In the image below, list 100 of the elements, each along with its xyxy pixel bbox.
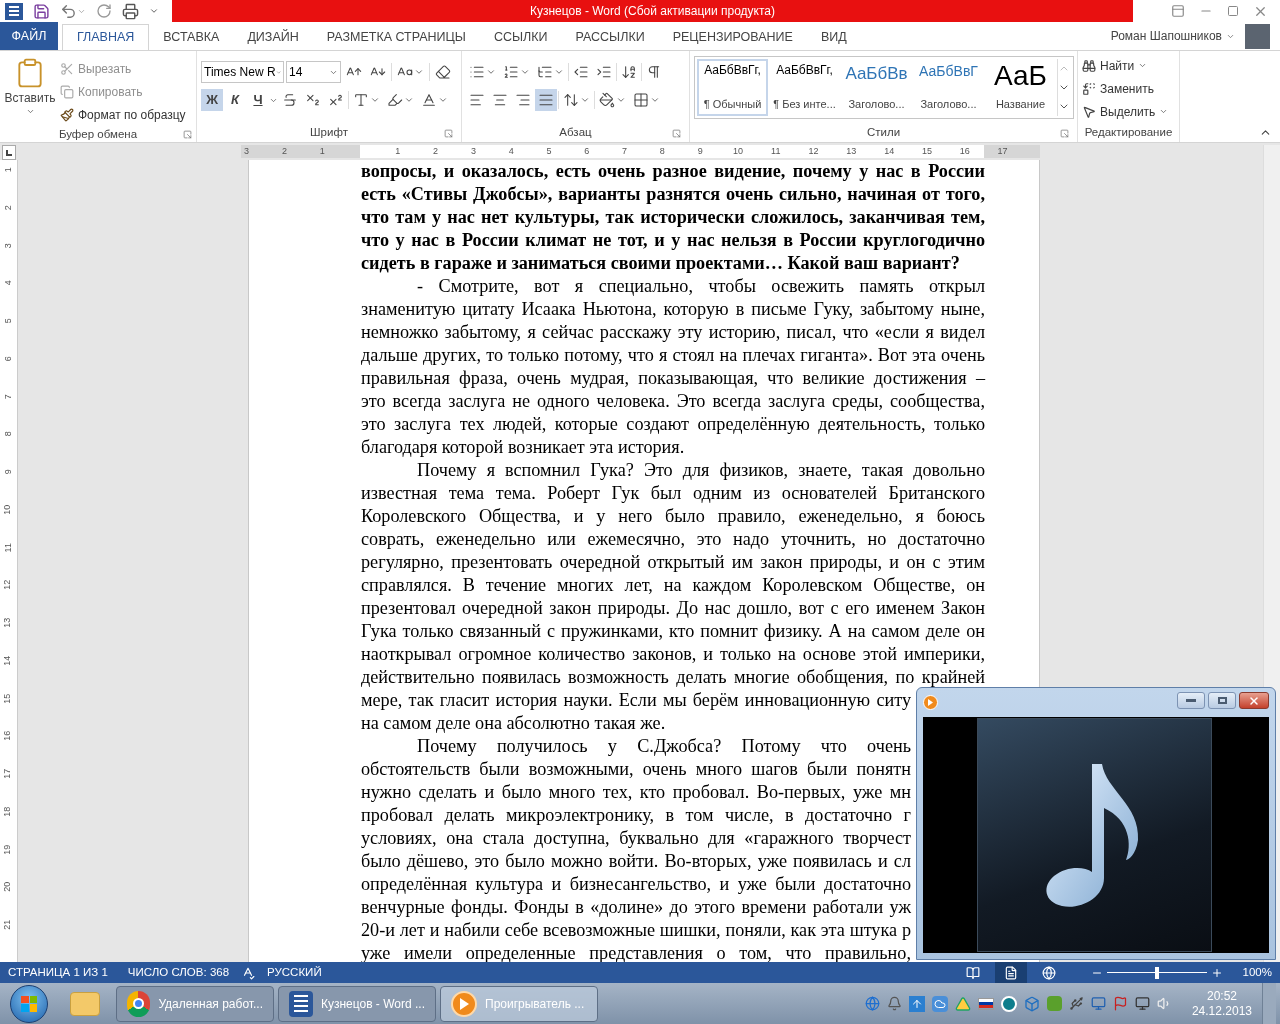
italic-button[interactable]: К [224,89,246,111]
style-item[interactable]: АаБбВвГг, ¶ Обычный [697,59,768,116]
ribbon-tab[interactable]: ГЛАВНАЯ [62,24,150,50]
network-icon[interactable] [1134,996,1150,1011]
underline-button[interactable]: Ч [247,89,269,111]
editing-button[interactable]: Найти [1082,54,1175,77]
restore-icon[interactable] [1227,5,1239,17]
caret-icon [616,95,626,105]
strikethrough-icon [282,92,298,108]
ribbon-tab[interactable]: ВИД [806,24,861,50]
ribbon-tab[interactable]: РАЗМЕТКА СТРАНИЦЫ [312,24,480,50]
paint-bucket-icon [599,92,615,108]
style-name: Название [995,96,1046,112]
dialog-launcher-icon[interactable] [1060,128,1069,138]
ruler-label: 15 [1,693,14,704]
caret-icon [370,95,380,105]
editing-button[interactable]: Выделить [1082,100,1175,123]
maximize-button[interactable] [1208,692,1236,709]
style-item[interactable]: АаБбВвГг, ¶ Без инте... [769,59,840,116]
document-app-icon [289,990,313,1017]
ruler-label: 3 [244,145,250,158]
play-icon [923,695,938,710]
customize-caret-icon[interactable] [149,6,159,16]
zoom-slider[interactable] [1106,966,1207,979]
style-preview: АаБбВв [845,63,908,85]
style-item[interactable]: АаБбВвГ Заголово... [913,59,984,116]
printer-icon[interactable] [122,2,139,20]
save-icon[interactable] [33,2,50,20]
ruler-label: 3 [470,145,476,158]
align-left-icon [469,92,485,108]
page-count[interactable]: СТРАНИЦА 1 ИЗ 1 [8,963,108,982]
account-name[interactable]: Роман Шапошников [1110,27,1222,45]
ruler-label: 2 [433,145,439,158]
text-line: на самом деле она абсолютно такая же. [361,712,667,735]
ribbon-tab[interactable]: ДИЗАЙН [233,24,313,50]
text-line: венчурные фонды. Фонды в «долине» до этого времени работали уж [361,896,911,919]
caret-icon [404,95,414,105]
indent-icon [596,64,612,80]
minimize-button[interactable] [1177,692,1205,709]
ribbon-options-icon[interactable] [1171,4,1185,18]
proofing-icon[interactable] [241,965,256,980]
outdent-icon [573,64,589,80]
paste-button[interactable]: Вставить [0,55,60,126]
ruler-label: 16 [959,145,970,158]
bold-button[interactable]: Ж [201,89,223,111]
text-line: нужно сделать и было много тех, кто пробовал. Во-первых, уже мн [361,781,911,804]
borders-icon [633,92,649,108]
text-line: что у нас в России климат не тот, и у нас нельзя в России круглогодично [361,229,985,252]
text-line: это заслуга тех людей, которые создают определённую деятельность, только [361,413,985,436]
cloud-icon[interactable] [931,995,948,1012]
copy-icon [60,84,74,99]
caret-icon [650,95,660,105]
undo-icon[interactable] [60,2,77,20]
ribbon-tab[interactable]: РЕЦЕНЗИРОВАНИЕ [658,24,807,50]
usb-icon[interactable] [1068,996,1084,1011]
font-color-icon [421,92,437,108]
text-line: наоткрывал огромное количество законов, и только на основе этой империки, [361,643,985,666]
style-item[interactable]: АаБ Название [985,59,1056,116]
text-line: немножко забытому, я сейчас расскажу эту историю, писал, что «если я видел [361,321,985,344]
zoom-in-icon[interactable] [1210,966,1223,979]
text-line: Гука только связанный с пружинками, кто помнит физику. А на самом деле он [361,620,985,643]
group-label: Абзац [559,125,592,141]
ribbon-tab[interactable]: ВСТАВКА [149,24,234,50]
font-size-field[interactable]: 14 [286,61,341,83]
superscript-icon [328,92,344,108]
ribbon-tab[interactable]: РАССЫЛКИ [561,24,659,50]
avatar-placeholder [1245,23,1270,49]
ruler-label: 17 [1,768,14,779]
monitor-icon[interactable] [1090,996,1106,1011]
text-line: мере, так гласит история науки. Если мы берём инновационную ситу [361,689,911,712]
file-tab[interactable]: ФАЙЛ [0,22,58,50]
language-label[interactable]: РУССКИЙ [267,963,322,982]
subscript-icon [305,92,321,108]
font-name-field[interactable]: Times New R [201,61,284,83]
ruler-label: 11 [1,542,14,553]
eraser-icon [435,64,451,80]
ruler-label: 9 [1,469,14,475]
start-button[interactable] [10,984,48,1023]
text-line: дальше других, то только потому, что я стоял на плечах гиганта». Вот эта очень [361,344,985,367]
word-count[interactable]: ЧИСЛО СЛОВ: 368 [127,963,230,982]
clipboard-button[interactable]: Формат по образцу [60,103,186,126]
justify-button[interactable] [535,89,557,111]
style-item[interactable]: АаБбВв Заголово... [841,59,912,116]
zoom-level[interactable]: 100% [1242,963,1272,982]
dialog-launcher-icon[interactable] [672,128,681,138]
flag-icon[interactable] [977,997,994,1010]
print-view-button[interactable] [994,962,1027,983]
ribbon-tab[interactable]: ССЫЛКИ [479,24,562,50]
redo-icon[interactable] [96,3,112,19]
editing-button[interactable]: Заменить [1082,77,1175,100]
window-title: Кузнецов - Word (Сбой активации продукта) [529,3,776,20]
zoom-thumb[interactable] [1154,966,1159,979]
tab-selector[interactable] [2,145,16,160]
dialog-launcher-icon[interactable] [444,128,453,138]
ruler-label: 1 [1,167,14,173]
bell-icon[interactable] [886,996,902,1011]
close-button[interactable] [1239,692,1269,709]
text-line: есть «Стивы Джобсы», варианты разнятся очень сильно, начиная от того, [361,183,985,206]
binoculars-icon [1082,58,1096,73]
dialog-launcher-icon[interactable] [183,130,192,140]
